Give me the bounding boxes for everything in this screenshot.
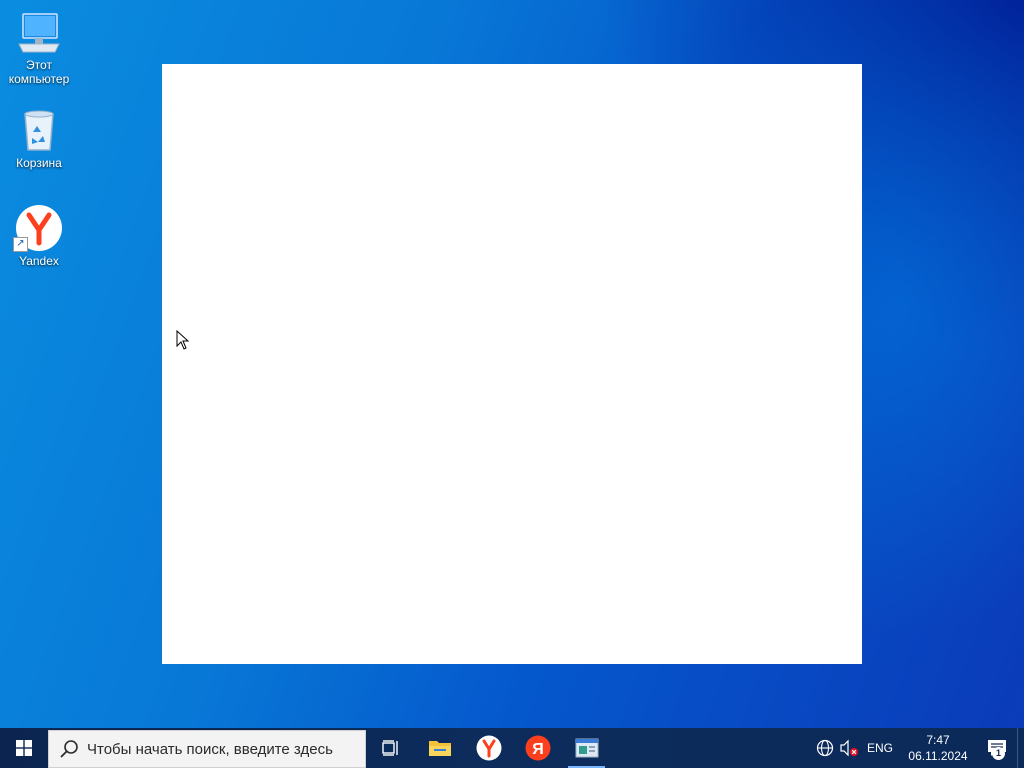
- clock-date: 06.11.2024: [908, 749, 968, 763]
- taskbar: Чтобы начать поиск, введите здесь Я ENG …: [0, 728, 1024, 768]
- taskbar-search-box[interactable]: Чтобы начать поиск, введите здесь: [48, 730, 366, 768]
- tray-network-button[interactable]: [813, 728, 837, 768]
- yandex-browser-icon: ↗: [13, 204, 63, 252]
- input-language-indicator[interactable]: ENG: [867, 741, 893, 755]
- taskbar-clock[interactable]: 7:47 06.11.2024: [903, 732, 973, 764]
- desktop-icon-this-pc[interactable]: Этот компьютер: [1, 8, 77, 86]
- taskbar-file-explorer-button[interactable]: [415, 728, 464, 768]
- desktop-icon-recycle-bin[interactable]: Корзина: [1, 106, 77, 170]
- this-pc-label-line1: Этот: [26, 58, 52, 72]
- taskbar-open-app-button[interactable]: [562, 728, 611, 768]
- taskbar-task-view-button[interactable]: [366, 728, 415, 768]
- shortcut-arrow-icon: ↗: [13, 237, 28, 252]
- yandex-ya-icon: Я: [525, 735, 550, 761]
- yandex-label: Yandex: [19, 254, 59, 268]
- globe-network-icon: [816, 739, 834, 757]
- search-icon: [60, 740, 78, 758]
- app-window-icon: [575, 738, 598, 758]
- volume-muted-icon: [840, 739, 858, 757]
- task-view-icon: [381, 740, 398, 756]
- notification-count-badge: 1: [992, 747, 1005, 760]
- windows-logo-icon: [16, 740, 32, 756]
- folder-icon: [428, 741, 451, 756]
- recycle-bin-label: Корзина: [16, 156, 62, 170]
- action-center-button[interactable]: 1: [977, 728, 1017, 768]
- this-pc-label-line2: компьютер: [8, 72, 70, 86]
- search-placeholder: Чтобы начать поиск, введите здесь: [87, 740, 333, 758]
- desktop[interactable]: Этот компьютер Корзина ↗ Yandex Чтобы на…: [0, 0, 1024, 768]
- taskbar-yandex-button[interactable]: Я: [513, 728, 562, 768]
- system-tray: ENG 7:47 06.11.2024 1: [813, 728, 1024, 768]
- yandex-browser-icon: [476, 735, 501, 761]
- mouse-cursor-icon: [176, 329, 190, 350]
- show-desktop-button[interactable]: [1017, 728, 1024, 768]
- recycle-bin-icon: [15, 106, 63, 154]
- this-pc-icon: [15, 8, 63, 56]
- svg-text:Я: Я: [532, 741, 544, 758]
- tray-volume-button[interactable]: [837, 728, 861, 768]
- desktop-icon-yandex[interactable]: ↗ Yandex: [1, 204, 77, 268]
- blank-app-window[interactable]: [162, 64, 862, 664]
- clock-time: 7:47: [926, 733, 950, 747]
- start-button[interactable]: [0, 728, 48, 768]
- taskbar-yandex-browser-button[interactable]: [464, 728, 513, 768]
